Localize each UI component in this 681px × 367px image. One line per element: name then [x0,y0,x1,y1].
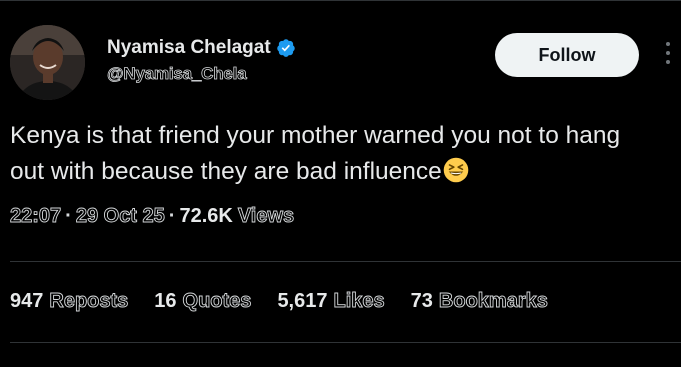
divider [10,342,681,343]
engagement-stats: 947 Reposts 16 Quotes 5,617 Likes 73 Boo… [10,290,574,313]
author-display-name[interactable]: Nyamisa Chelagat [107,37,271,59]
avatar[interactable] [10,25,85,100]
follow-button[interactable]: Follow [495,33,639,77]
tweet-text: Kenya is that friend your mother warned … [10,118,660,190]
quotes-stat[interactable]: 16 Quotes [154,290,252,313]
views-count: 72.6K [179,205,233,227]
views-label: Views [237,205,295,228]
author-name-row: Nyamisa Chelagat [107,37,296,59]
tweet-body: Kenya is that friend your mother warned … [10,122,621,185]
verified-badge-icon [276,38,296,58]
bookmarks-stat[interactable]: 73 Bookmarks [411,290,549,313]
likes-stat[interactable]: 5,617 Likes [277,290,385,313]
top-divider [0,0,681,1]
laughing-emoji-icon [443,157,469,183]
meta-separator: · [168,205,176,227]
more-vertical-icon[interactable] [663,42,673,70]
tweet-meta: 22:07 · 29 Oct 25 · 72.6K Views [10,205,295,228]
reposts-stat[interactable]: 947 Reposts [10,290,129,313]
tweet-date[interactable]: 29 Oct 25 [75,205,165,228]
author-handle[interactable]: @Nyamisa_Chela [107,64,247,84]
tweet-time[interactable]: 22:07 [10,205,62,228]
meta-separator: · [65,205,72,227]
divider [10,261,681,262]
